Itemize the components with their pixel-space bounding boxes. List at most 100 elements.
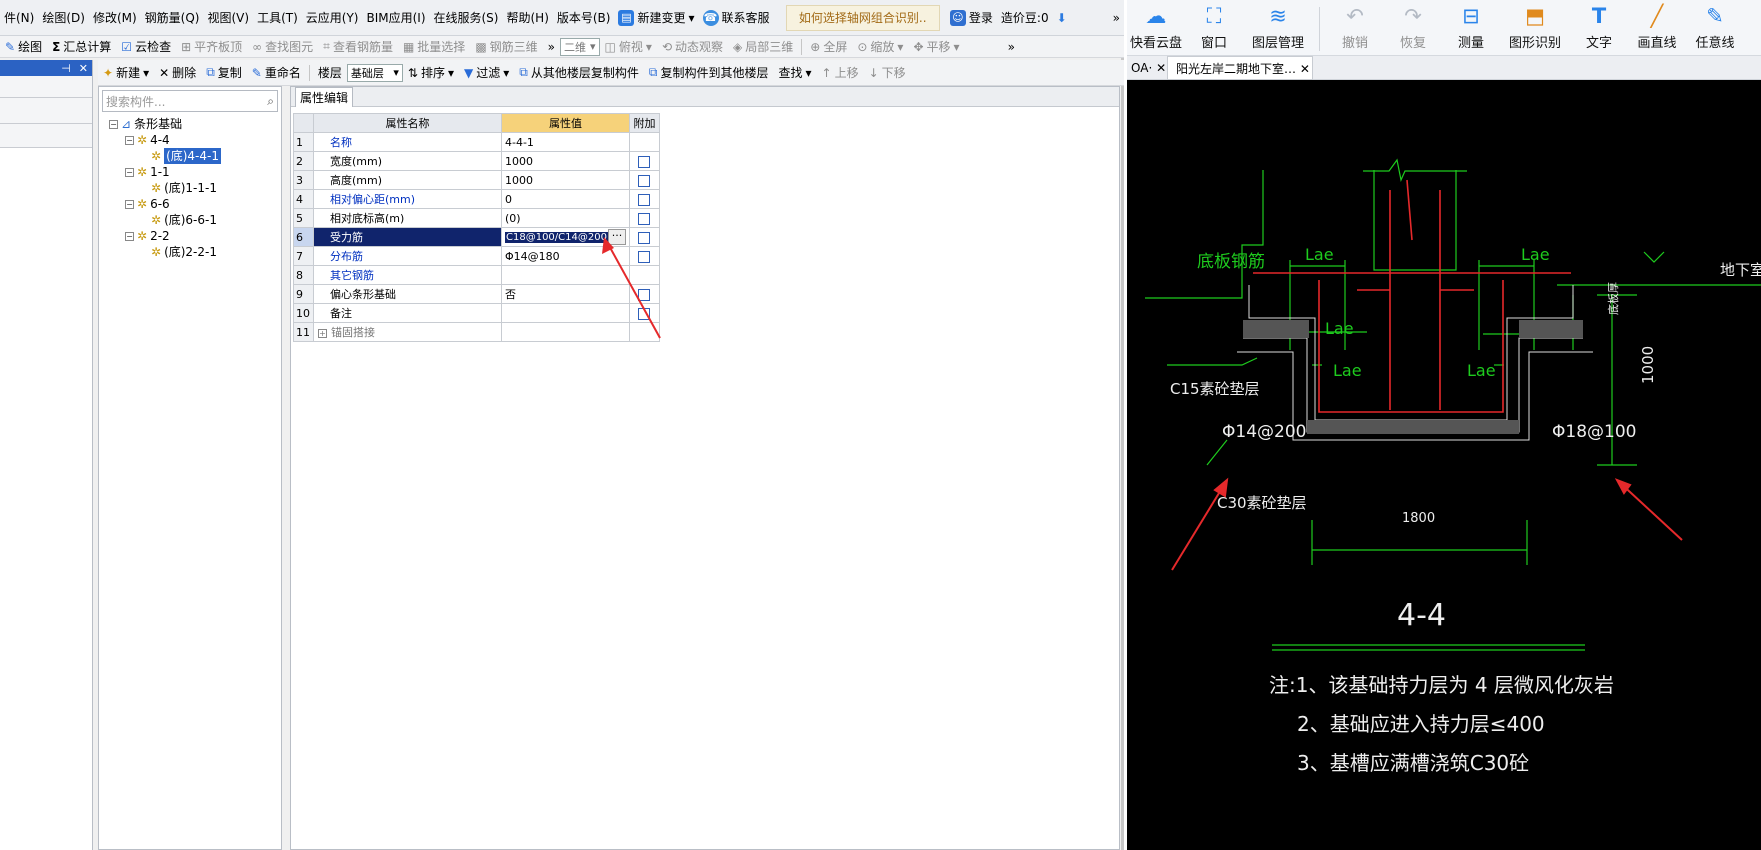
find-button[interactable]: 查找 ▾ [773,64,816,81]
copy-to-floor-button[interactable]: ⧉ 复制构件到其他楼层 [644,64,774,81]
property-value[interactable]: (0) [501,208,630,228]
measure-button[interactable]: ⊟ 测量 [1442,4,1500,51]
view-mode-select[interactable]: 二维 ▾ [560,37,600,56]
menu-bim[interactable]: BIM应用(I) [362,7,429,29]
collapse-icon[interactable]: − [125,167,134,177]
menu-view[interactable]: 视图(V) [203,7,253,29]
move-up-button[interactable]: ↑ 上移 [817,64,864,81]
draw-button[interactable]: ✎ 绘图 [0,38,47,55]
panel-block[interactable] [0,98,92,124]
table-row[interactable]: 4 相对偏心距(mm) 0 [293,189,660,209]
shape-recognition-button[interactable]: ⬒ 图形识别 [1500,4,1570,51]
zoom-button[interactable]: ⊙ 缩放 ▾ [852,38,908,55]
tree-root[interactable]: − ⊿ 条形基础 [99,116,281,132]
tree-group[interactable]: − ✲ 2-2 [99,228,281,244]
sort-button[interactable]: ⇅ 排序 ▾ [403,64,459,81]
rebar-3d-button[interactable]: ▩ 钢筋三维 [470,38,542,55]
extra-checkbox[interactable] [638,155,651,168]
menu-online[interactable]: 在线服务(S) [430,7,503,29]
question-tab[interactable]: 如何选择轴网组合识别.. [785,4,940,31]
batch-select-button[interactable]: ▦ 批量选择 [398,38,470,55]
login-button[interactable]: ☺ 登录 [946,7,997,29]
search-input[interactable]: 搜索构件... ⌕ [102,90,278,112]
tab-oa[interactable]: OA· ✕ [1127,61,1167,75]
tree-item[interactable]: ✲ (底)4-4-1 [99,148,281,164]
copy-from-floor-button[interactable]: ⧉ 从其他楼层复制构件 [514,64,644,81]
extra-checkbox[interactable] [638,193,651,206]
ellipsis-button[interactable]: ··· [607,229,626,245]
table-row[interactable]: 2 宽度(mm) 1000 [293,151,660,171]
table-row[interactable]: 8 其它钢筋 [293,265,660,285]
table-row[interactable]: 10 备注 [293,303,660,323]
property-value[interactable]: 1000 [501,151,630,171]
menu-tools[interactable]: 工具(T) [253,7,302,29]
menu-version[interactable]: 版本号(B) [553,7,615,29]
property-value-editor[interactable]: C18@100/C14@200 ··· [501,227,630,247]
fullscreen-button[interactable]: ⊕ 全屏 [805,38,852,55]
more-icon[interactable]: » [1109,7,1124,29]
tree-group[interactable]: − ✲ 1-1 [99,164,281,180]
extra-checkbox[interactable] [638,250,651,263]
find-element-button[interactable]: ∞ 查找图元 [247,38,318,55]
view-rebar-button[interactable]: ⌗ 查看钢筋量 [318,38,398,55]
filter-button[interactable]: ▼ 过滤 ▾ [459,64,514,81]
table-row[interactable]: 1 名称 4-4-1 [293,132,660,152]
collapse-icon[interactable]: − [125,199,134,209]
property-value[interactable]: 4-4-1 [501,132,630,152]
extra-checkbox[interactable] [638,212,651,225]
more-icon[interactable]: » [543,40,560,54]
new-button[interactable]: ✦ 新建 ▾ [98,64,154,81]
pan-button[interactable]: ✥ 平移 ▾ [908,38,964,55]
pin-icon[interactable]: ⊣ [61,62,71,75]
panel-block[interactable] [0,76,92,98]
expand-icon[interactable]: + [318,329,327,338]
layer-manager-button[interactable]: ≋ 图层管理 [1243,4,1313,51]
collapse-icon[interactable]: − [125,231,134,241]
local-3d-button[interactable]: ◈ 局部三维 [728,38,798,55]
menu-help[interactable]: 帮助(H) [502,7,552,29]
menu-modify[interactable]: 修改(M) [89,7,141,29]
property-value[interactable] [501,322,630,342]
tab-property-edit[interactable]: 属性编辑 [295,87,354,107]
top-view-button[interactable]: ◫ 俯视 ▾ [600,38,657,55]
close-icon[interactable]: ✕ [1156,61,1166,75]
collapse-icon[interactable]: − [109,119,118,129]
property-value[interactable]: 1000 [501,170,630,190]
table-row[interactable]: 3 高度(mm) 1000 [293,170,660,190]
property-value[interactable] [501,265,630,285]
contact-button[interactable]: ☎ 联系客服 [699,7,774,29]
menu-draw[interactable]: 绘图(D) [38,7,89,29]
tree-group[interactable]: − ✲ 4-4 [99,132,281,148]
search-icon[interactable]: ⌕ [267,94,274,109]
menu-rebar[interactable]: 钢筋量(Q) [141,7,204,29]
tree-item[interactable]: ✲ (底)6-6-1 [99,212,281,228]
tree-group[interactable]: − ✲ 6-6 [99,196,281,212]
move-down-button[interactable]: ↓ 下移 [864,64,911,81]
close-icon[interactable]: ✕ [79,62,88,75]
property-value[interactable]: 否 [501,284,630,304]
menu-file[interactable]: 件(N) [0,7,38,29]
property-value[interactable]: Φ14@180 [501,246,630,266]
floor-select[interactable]: 基础层 ▾ [346,63,403,82]
sum-button[interactable]: Σ 汇总计算 [47,38,116,55]
tab-document[interactable]: 阳光左岸二期地下室… ✕ [1167,55,1313,80]
table-row[interactable]: 9 偏心条形基础否 [293,284,660,304]
close-icon[interactable]: ✕ [1300,62,1310,76]
cloud-disk-button[interactable]: ☁ 快看云盘 [1127,4,1185,51]
property-value[interactable]: 0 [501,189,630,209]
cloud-check-button[interactable]: ☑ 云检查 [116,38,176,55]
redo-button[interactable]: ↷ 恢复 [1384,4,1442,51]
drawing-canvas[interactable]: 底板钢筋 Lae Lae Lae Lae Lae 地下室底板面 C15素砼垫层 … [1127,80,1761,850]
property-value[interactable]: C18@100/C14@200 [505,231,608,243]
menu-cloud[interactable]: 云应用(Y) [302,7,363,29]
undo-button[interactable]: ↶ 撤销 [1326,4,1384,51]
new-change-button[interactable]: ▤ 新建变更 ▾ [614,7,698,29]
rename-button[interactable]: ✎ 重命名 [247,64,306,81]
window-button[interactable]: ⛶ 窗口 [1185,4,1243,51]
tree-item[interactable]: ✲ (底)1-1-1 [99,180,281,196]
table-row[interactable]: 11 + 锚固搭接 [293,322,660,342]
table-row-selected[interactable]: 6 受力筋 C18@100/C14@200 ··· [293,227,660,247]
flat-top-button[interactable]: ⊞ 平齐板顶 [176,38,247,55]
text-button[interactable]: T 文字 [1570,4,1628,51]
extra-checkbox[interactable] [638,231,651,244]
